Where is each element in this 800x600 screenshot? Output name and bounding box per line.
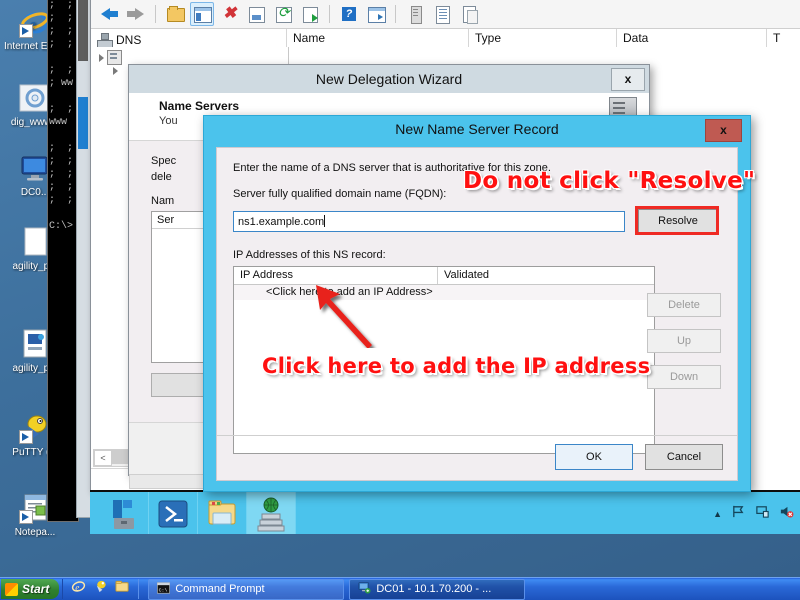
- command-prompt-window[interactable]: ; ; ; ; ; ; ; ; ; ; ; ww ; ; www ; ; ; ;…: [47, 0, 79, 522]
- column-header-validated[interactable]: Validated: [438, 267, 489, 284]
- dialog-title-text: New Name Server Record: [395, 121, 559, 137]
- ip-list-header: IP Address Validated: [234, 267, 654, 285]
- resolve-highlight-box: [635, 206, 719, 235]
- copy-icon[interactable]: [457, 2, 481, 26]
- column-header-data[interactable]: Data: [617, 29, 767, 49]
- console-text: ; ; ; ; ; ; ; ; ; ; ; ww ; ; www ; ; ; ;…: [49, 0, 74, 232]
- folder-icon[interactable]: [115, 579, 130, 599]
- dialog-body: Enter the name of a DNS server that is a…: [216, 147, 738, 481]
- flag-notification-icon[interactable]: [731, 504, 746, 524]
- start-label: Start: [22, 582, 50, 596]
- wizard-title-text: New Delegation Wizard: [315, 71, 463, 87]
- internet-explorer-icon[interactable]: e: [71, 579, 86, 599]
- dialog-actions: OK Cancel: [555, 444, 723, 470]
- properties-icon[interactable]: [244, 2, 268, 26]
- delete-icon[interactable]: ✖: [217, 2, 241, 26]
- dialog-divider: [217, 435, 737, 436]
- taskbar-button-powershell[interactable]: [149, 492, 198, 534]
- move-down-button[interactable]: Down: [647, 365, 721, 389]
- list-icon[interactable]: [430, 2, 454, 26]
- fqdn-row: ns1.example.com Resolve: [233, 206, 721, 237]
- chevron-right-icon[interactable]: [99, 53, 104, 62]
- ip-list-side-buttons: Delete Up Down: [647, 293, 721, 389]
- column-header-name[interactable]: Name: [287, 29, 469, 49]
- annotation-do-not-click-resolve: Do not click "Resolve": [463, 168, 756, 194]
- show-hidden-icons-icon[interactable]: ▲: [713, 509, 722, 519]
- refresh-icon[interactable]: [271, 2, 295, 26]
- ok-button[interactable]: OK: [555, 444, 633, 470]
- taskbar-button-server-manager[interactable]: [100, 492, 149, 534]
- system-tray: ▲: [713, 504, 794, 524]
- volume-muted-icon[interactable]: [779, 504, 794, 524]
- shortcut-overlay-icon: [19, 24, 33, 38]
- toolbar-separator: [155, 5, 156, 23]
- fqdn-input-value: ns1.example.com: [238, 216, 325, 228]
- taskbar-task-command-prompt[interactable]: C:\ Command Prompt: [148, 578, 345, 600]
- resolve-button-wrapper: Resolve: [635, 206, 721, 237]
- wizard-title-bar[interactable]: New Delegation Wizard x: [129, 65, 649, 93]
- ip-list-add-row[interactable]: <Click here to add an IP Address>: [234, 285, 654, 300]
- wizard-heading: Name Servers: [159, 99, 240, 113]
- taskbar-task-label: Command Prompt: [175, 583, 265, 595]
- shortcut-overlay-icon: [19, 430, 33, 444]
- scrollbar-thumb[interactable]: [78, 97, 88, 149]
- delete-button[interactable]: Delete: [647, 293, 721, 317]
- server-node-icon: [107, 50, 122, 65]
- up-folder-icon[interactable]: [163, 2, 187, 26]
- quick-launch-bar: e: [62, 579, 140, 599]
- desktop-icon-label: Notepa...: [14, 527, 56, 538]
- tree-header-label: DNS: [116, 33, 142, 47]
- windows-taskbar: Start e C:\ Command Prompt DC01 - 10.1.7…: [0, 577, 800, 600]
- command-prompt-icon: C:\: [157, 581, 171, 597]
- text-caret: [324, 215, 326, 227]
- taskbar-button-file-explorer[interactable]: [198, 492, 247, 534]
- network-icon[interactable]: [755, 504, 770, 524]
- ip-section-label: IP Addresses of this NS record:: [233, 249, 386, 261]
- column-header-type[interactable]: Type: [469, 29, 617, 49]
- svg-text:e: e: [76, 583, 80, 593]
- shortcut-overlay-icon: [19, 510, 33, 524]
- svg-text:C:\: C:\: [159, 587, 168, 593]
- start-button[interactable]: Start: [1, 579, 60, 599]
- dns-root-icon: [97, 33, 113, 48]
- forward-arrow-icon[interactable]: [124, 2, 148, 26]
- toolbar-separator: [395, 5, 396, 23]
- move-up-button[interactable]: Up: [647, 329, 721, 353]
- close-icon[interactable]: x: [611, 68, 645, 91]
- column-header-timestamp[interactable]: T: [767, 29, 800, 49]
- annotation-click-here-to-add-ip: Click here to add the IP address: [262, 354, 651, 378]
- session-taskbar: ▲: [90, 490, 800, 534]
- chevron-right-icon[interactable]: [113, 67, 118, 75]
- close-icon[interactable]: x: [705, 119, 742, 142]
- toolbar-separator: [329, 5, 330, 23]
- column-header-ip-address[interactable]: IP Address: [234, 267, 438, 284]
- taskbar-button-dns-manager[interactable]: [247, 492, 296, 534]
- scroll-left-icon[interactable]: <: [94, 450, 112, 466]
- show-hide-tree-icon[interactable]: [190, 2, 214, 26]
- toolbar: ✖ ?: [91, 0, 800, 29]
- run-icon[interactable]: [364, 2, 388, 26]
- taskbar-task-dc01-rdp[interactable]: DC01 - 10.1.70.200 - ...: [349, 578, 526, 600]
- remote-desktop-icon: [358, 581, 371, 597]
- dialog-title-bar[interactable]: New Name Server Record x: [204, 116, 750, 143]
- cancel-button[interactable]: Cancel: [645, 444, 723, 470]
- server-icon[interactable]: [403, 2, 427, 26]
- putty-icon[interactable]: [93, 579, 108, 599]
- windows-flag-icon: [5, 582, 18, 596]
- scrollbar-track-upper: [78, 0, 88, 61]
- help-icon[interactable]: ?: [337, 2, 361, 26]
- annotation-arrow-icon: [316, 285, 372, 348]
- tree-column-header[interactable]: DNS: [91, 29, 287, 49]
- export-list-icon[interactable]: [298, 2, 322, 26]
- back-arrow-icon[interactable]: [97, 2, 121, 26]
- fqdn-input[interactable]: ns1.example.com: [233, 211, 625, 232]
- taskbar-task-label: DC01 - 10.1.70.200 - ...: [376, 583, 492, 595]
